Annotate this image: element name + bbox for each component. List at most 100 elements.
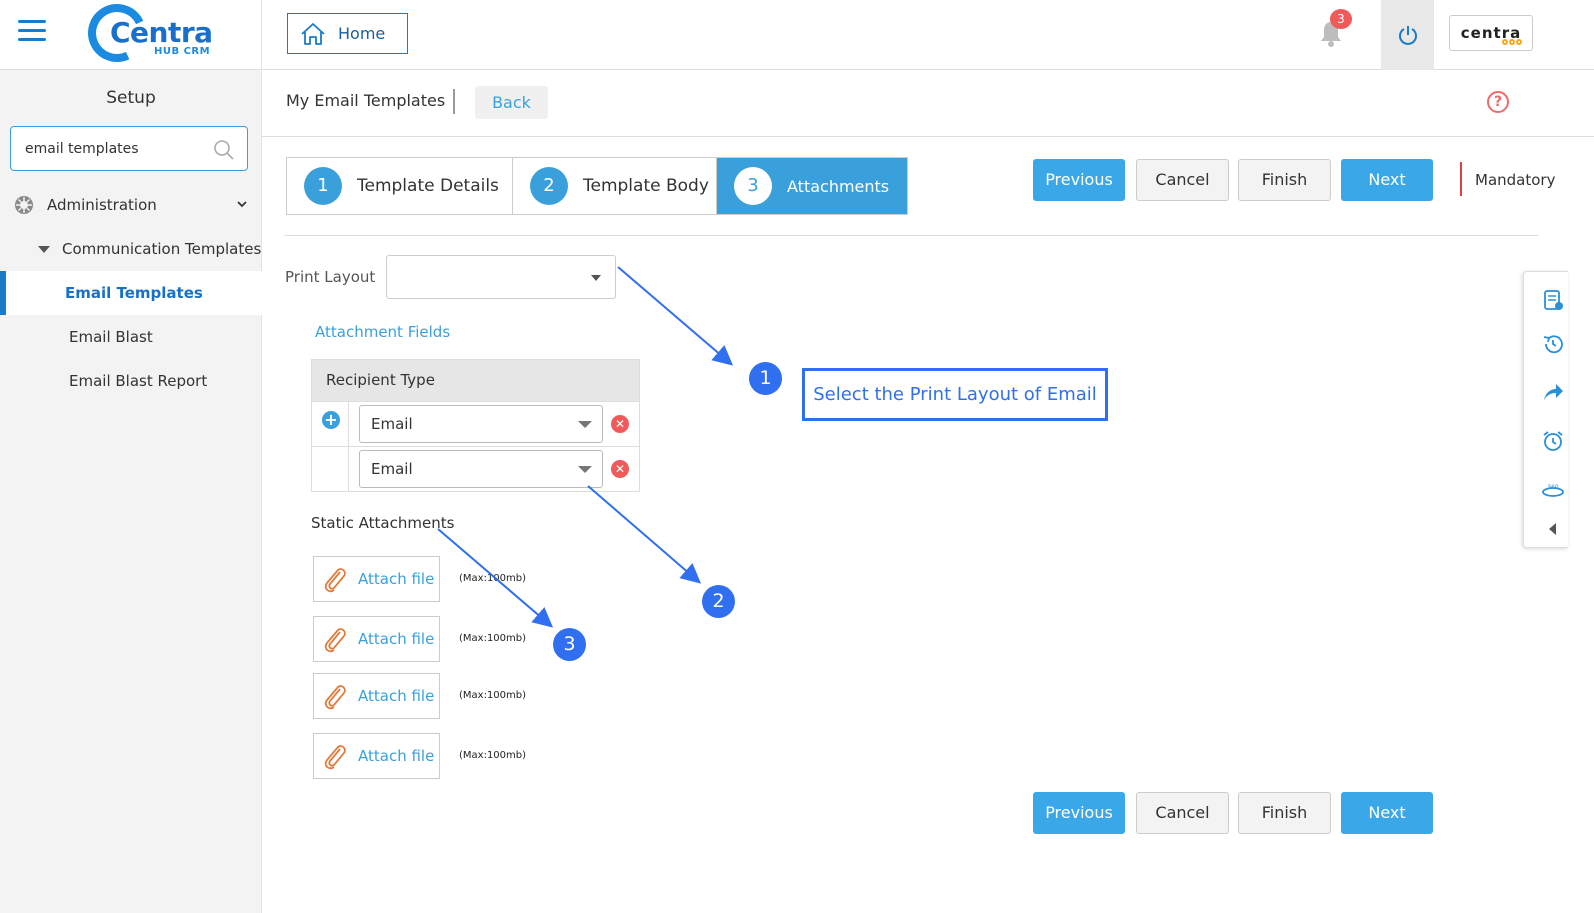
step-number: 3 <box>734 167 772 205</box>
attach-file-button[interactable]: Attach file <box>313 556 440 602</box>
annotation-callout: Select the Print Layout of Email <box>802 368 1108 421</box>
right-toolbar: 360 <box>1523 271 1568 548</box>
finish-button-top[interactable]: Finish <box>1238 159 1331 201</box>
collapse-caret-icon[interactable] <box>1549 523 1556 535</box>
table-row: Email ✕ <box>312 446 639 492</box>
table-row: + Email ✕ <box>312 401 639 447</box>
steps-divider <box>284 235 1538 236</box>
logo-area: Centra HUB CRM <box>0 0 262 71</box>
recipient-type-select[interactable]: Email <box>359 405 603 443</box>
menu-icon[interactable] <box>18 20 46 42</box>
attach-file-button[interactable]: Attach file <box>313 616 440 662</box>
sidebar-item-email-blast-report[interactable]: Email Blast Report <box>0 359 262 403</box>
step-label: Template Body <box>583 176 709 196</box>
remove-recipient-icon[interactable]: ✕ <box>611 460 629 478</box>
administration-label: Administration <box>47 196 157 214</box>
attach-file-button[interactable]: Attach file <box>313 733 440 779</box>
page-title: My Email Templates <box>286 91 446 110</box>
attach-file-label: Attach file <box>358 570 435 588</box>
step-label: Template Details <box>357 176 499 196</box>
help-icon[interactable]: ? <box>1487 91 1509 113</box>
cancel-button-top[interactable]: Cancel <box>1136 159 1229 201</box>
annotation-marker-1: 1 <box>749 362 782 395</box>
sidebar-title: Setup <box>106 88 156 108</box>
next-button-top[interactable]: Next <box>1341 159 1433 201</box>
header-divider <box>262 136 1594 137</box>
mandatory-indicator <box>1460 162 1462 196</box>
attach-file-label: Attach file <box>358 747 435 765</box>
brand-dots-icon <box>1502 39 1522 45</box>
notification-badge: 3 <box>1330 9 1352 29</box>
add-recipient-icon[interactable]: + <box>322 411 340 429</box>
max-size-note: (Max:100mb) <box>459 690 527 701</box>
tab-template-details[interactable]: 1 Template Details <box>287 158 513 214</box>
title-divider <box>453 89 455 114</box>
step-number: 1 <box>304 167 342 205</box>
communication-templates-label: Communication Templates <box>62 240 262 258</box>
recipient-type-header: Recipient Type <box>312 360 639 401</box>
sidebar-item-communication-templates[interactable]: Communication Templates <box>0 233 262 265</box>
sidebar-item-email-templates[interactable]: Email Templates <box>0 271 262 315</box>
search-input[interactable] <box>25 127 215 170</box>
caret-down-icon <box>578 466 592 473</box>
svg-text:360: 360 <box>1547 484 1559 491</box>
print-layout-select[interactable] <box>386 255 616 299</box>
360-view-icon[interactable]: 360 <box>1541 480 1565 504</box>
centra-logo[interactable]: Centra HUB CRM <box>79 0 216 71</box>
search-icon[interactable] <box>213 139 235 161</box>
sidebar-item-email-blast[interactable]: Email Blast <box>0 315 262 359</box>
power-icon <box>1398 26 1417 45</box>
back-button[interactable]: Back <box>475 86 548 119</box>
tab-template-body[interactable]: 2 Template Body <box>513 158 717 214</box>
cancel-button-bottom[interactable]: Cancel <box>1136 792 1229 834</box>
max-size-note: (Max:100mb) <box>459 573 527 584</box>
finish-button-bottom[interactable]: Finish <box>1238 792 1331 834</box>
max-size-note: (Max:100mb) <box>459 750 527 761</box>
paperclip-icon <box>324 685 346 710</box>
home-button[interactable]: Home <box>287 13 408 54</box>
paperclip-icon <box>324 568 346 593</box>
previous-button-bottom[interactable]: Previous <box>1033 792 1125 834</box>
chevron-down-icon <box>237 201 247 208</box>
max-size-note: (Max:100mb) <box>459 633 527 644</box>
brand-badge[interactable]: centra <box>1449 15 1533 51</box>
recipient-type-select[interactable]: Email <box>359 450 603 488</box>
attach-file-label: Attach file <box>358 687 435 705</box>
clipboard-icon[interactable] <box>1541 288 1565 312</box>
static-attachments-label: Static Attachments <box>311 514 455 532</box>
mandatory-label: Mandatory <box>1475 171 1556 189</box>
annotation-marker-3: 3 <box>553 628 586 661</box>
step-number: 2 <box>530 167 568 205</box>
alarm-clock-icon[interactable] <box>1541 429 1565 453</box>
recipient-type-table: Recipient Type + Email ✕ Email ✕ <box>311 359 640 492</box>
history-icon[interactable] <box>1541 332 1565 356</box>
logo-text: Centra <box>110 16 213 49</box>
attach-file-button[interactable]: Attach file <box>313 673 440 719</box>
caret-down-icon <box>38 245 50 253</box>
gear-icon <box>15 196 33 214</box>
home-icon <box>301 22 325 45</box>
recipient-type-value: Email <box>371 415 413 433</box>
caret-down-icon <box>578 421 592 428</box>
share-arrow-icon[interactable] <box>1541 380 1565 404</box>
print-layout-label: Print Layout <box>285 268 376 286</box>
search-box[interactable] <box>10 126 248 171</box>
wizard-steps: 1 Template Details 2 Template Body 3 Att… <box>286 157 908 215</box>
recipient-type-value: Email <box>371 460 413 478</box>
next-button-bottom[interactable]: Next <box>1341 792 1433 834</box>
caret-down-icon <box>591 275 601 281</box>
paperclip-icon <box>324 628 346 653</box>
sidebar-item-administration[interactable]: Administration <box>0 188 262 222</box>
sidebar: Setup Administration Communication Templ… <box>0 70 262 913</box>
tab-attachments[interactable]: 3 Attachments <box>717 158 907 214</box>
logo-subtitle: HUB CRM <box>154 46 211 57</box>
attach-file-label: Attach file <box>358 630 435 648</box>
remove-recipient-icon[interactable]: ✕ <box>611 415 629 433</box>
annotation-marker-2: 2 <box>702 585 735 618</box>
power-button[interactable] <box>1381 0 1434 70</box>
top-bar: Centra HUB CRM Home 3 centra <box>0 0 1594 71</box>
attachment-fields-link[interactable]: Attachment Fields <box>315 323 450 341</box>
home-label: Home <box>338 24 386 43</box>
previous-button-top[interactable]: Previous <box>1033 159 1125 201</box>
step-label: Attachments <box>787 176 890 196</box>
